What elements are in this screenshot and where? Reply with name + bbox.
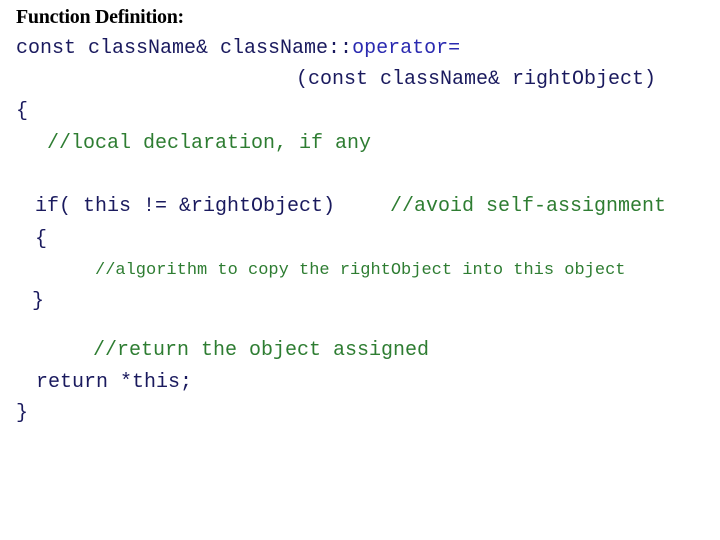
code-if-open-brace: { xyxy=(35,228,48,251)
signature-text: const className& className:: xyxy=(16,37,353,60)
code-if-close-brace: } xyxy=(32,290,45,313)
code-close-brace: } xyxy=(16,402,29,425)
comment-algorithm: //algorithm to copy the rightObject into… xyxy=(95,261,626,280)
code-if-statement: if( this != &rightObject) xyxy=(35,195,336,218)
code-return-statement: return *this; xyxy=(36,371,193,394)
code-line-parameters: (const className& rightObject) xyxy=(296,68,657,91)
comment-avoid-self-assignment: //avoid self-assignment xyxy=(390,195,667,218)
comment-local-declaration: //local declaration, if any xyxy=(47,132,372,155)
code-line-signature: const className& className::operator= xyxy=(16,37,460,61)
operator-keyword: operator= xyxy=(352,37,461,60)
code-open-brace: { xyxy=(16,100,29,123)
comment-return: //return the object assigned xyxy=(93,339,430,362)
section-heading: Function Definition: xyxy=(16,6,184,28)
